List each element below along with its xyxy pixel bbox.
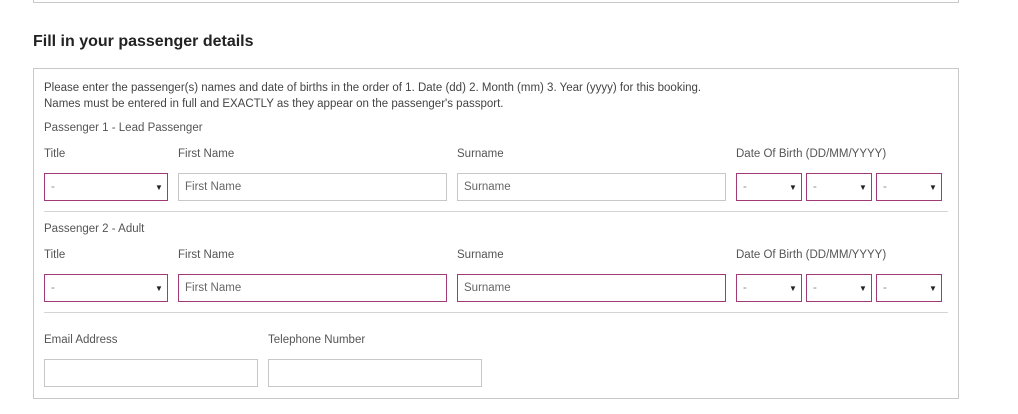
previous-section-box (33, 0, 959, 3)
passenger-1-first-name-label: First Name (178, 148, 235, 160)
passenger-2-title-select[interactable]: - ▼ (44, 274, 168, 302)
caret-down-icon: ▼ (155, 182, 163, 192)
passenger-2-dob-day-value: - (743, 282, 747, 294)
email-label: Email Address (44, 334, 118, 346)
passenger-1-dob-month-select[interactable]: - ▼ (806, 173, 872, 201)
passenger-2-first-name-input[interactable]: First Name (178, 274, 447, 302)
section-title: Fill in your passenger details (33, 33, 254, 50)
passenger-1-title-select[interactable]: - ▼ (44, 173, 168, 201)
intro-text: Please enter the passenger(s) names and … (44, 80, 701, 112)
passenger-2-dob-year-select[interactable]: - ▼ (876, 274, 942, 302)
passenger-2-dob-day-select[interactable]: - ▼ (736, 274, 802, 302)
passenger-1-dob-day-select[interactable]: - ▼ (736, 173, 802, 201)
passenger-1-first-name-placeholder: First Name (185, 181, 242, 193)
telephone-label: Telephone Number (268, 334, 366, 346)
passenger-2-dob-year-value: - (883, 282, 887, 294)
passenger-2-first-name-placeholder: First Name (185, 282, 242, 294)
caret-down-icon: ▼ (859, 283, 867, 293)
passenger-1-surname-placeholder: Surname (464, 181, 511, 193)
passenger-2-heading: Passenger 2 - Adult (44, 223, 145, 235)
passenger-2-title-value: - (51, 282, 55, 294)
passenger-1-surname-label: Surname (457, 148, 504, 160)
caret-down-icon: ▼ (155, 283, 163, 293)
passenger-1-title-label: Title (44, 148, 66, 160)
passenger-1-dob-label: Date Of Birth (DD/MM/YYYY) (736, 148, 887, 160)
telephone-input[interactable] (268, 359, 482, 387)
email-input[interactable] (44, 359, 258, 387)
contact-divider (44, 312, 948, 313)
passenger-1-first-name-input[interactable]: First Name (178, 173, 447, 201)
passenger-2-dob-month-select[interactable]: - ▼ (806, 274, 872, 302)
passenger-2-surname-input[interactable]: Surname (457, 274, 726, 302)
passenger-2-dob-label: Date Of Birth (DD/MM/YYYY) (736, 249, 887, 261)
passenger-2-first-name-label: First Name (178, 249, 235, 261)
passenger-1-dob-year-select[interactable]: - ▼ (876, 173, 942, 201)
passenger-divider (44, 211, 948, 212)
passenger-1-dob-year-value: - (883, 181, 887, 193)
passenger-1-heading: Passenger 1 - Lead Passenger (44, 122, 203, 134)
caret-down-icon: ▼ (859, 182, 867, 192)
caret-down-icon: ▼ (789, 283, 797, 293)
intro-line-1: Please enter the passenger(s) names and … (44, 82, 702, 94)
passenger-2-surname-placeholder: Surname (464, 282, 511, 294)
passenger-1-dob-month-value: - (813, 181, 817, 193)
passenger-2-surname-label: Surname (457, 249, 504, 261)
caret-down-icon: ▼ (929, 182, 937, 192)
caret-down-icon: ▼ (929, 283, 937, 293)
intro-line-2: Names must be entered in full and EXACTL… (44, 98, 504, 110)
passenger-2-title-label: Title (44, 249, 66, 261)
passenger-1-title-value: - (51, 181, 55, 193)
passenger-details-panel: Please enter the passenger(s) names and … (33, 68, 959, 399)
caret-down-icon: ▼ (789, 182, 797, 192)
passenger-1-surname-input[interactable]: Surname (457, 173, 726, 201)
passenger-2-dob-month-value: - (813, 282, 817, 294)
passenger-1-dob-day-value: - (743, 181, 747, 193)
